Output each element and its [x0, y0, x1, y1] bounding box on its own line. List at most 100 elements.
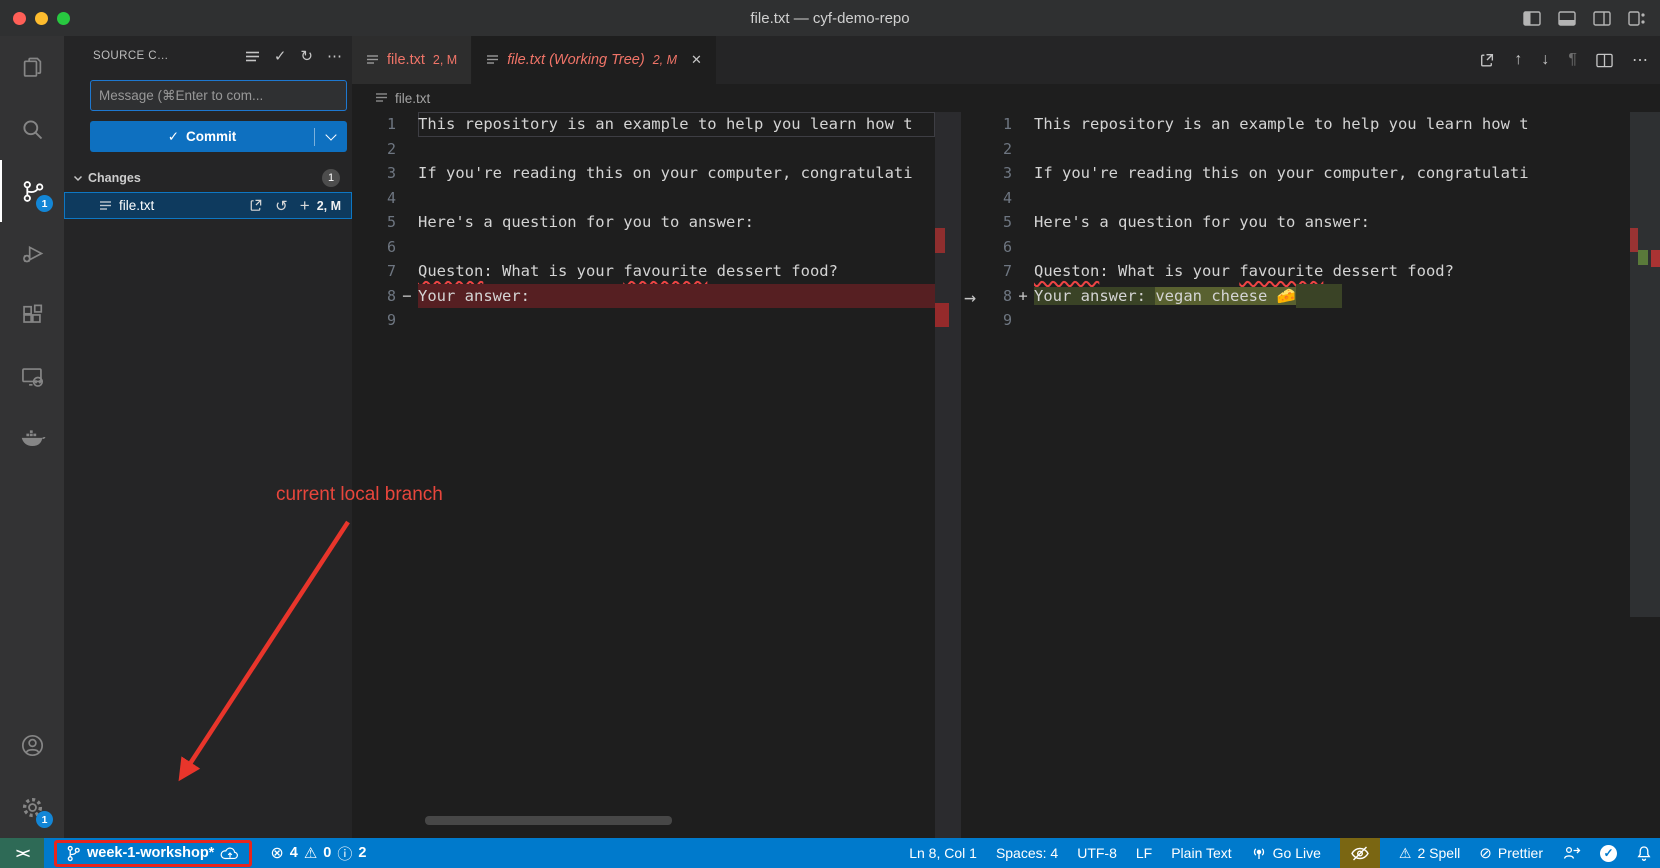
toggle-sidebar-icon[interactable] [1523, 11, 1541, 26]
code-line[interactable]: 4 [990, 186, 1660, 211]
prettier-item[interactable]: ⊘ Prettier [1479, 844, 1543, 862]
overview-added-mark [1638, 250, 1648, 265]
added-code-line[interactable]: 8+Your answer: vegan cheese 🧀 [990, 284, 1660, 309]
commit-message-input[interactable] [90, 80, 347, 111]
cursor-position-item[interactable]: Ln 8, Col 1 [909, 845, 977, 861]
breadcrumb[interactable]: file.txt [352, 84, 1660, 112]
search-icon[interactable] [0, 98, 64, 160]
commit-dropdown-button[interactable] [315, 135, 347, 139]
toggle-secondary-sidebar-icon[interactable] [1593, 11, 1611, 26]
code-line[interactable]: 3If you're reading this on your computer… [990, 161, 1660, 186]
tab-file-txt[interactable]: file.txt 2, M [352, 36, 472, 84]
chevron-down-icon [325, 129, 336, 140]
tab-decoration: 2, M [653, 53, 677, 67]
overview-deleted-mark [1630, 228, 1638, 252]
code-line[interactable]: 1This repository is an example to help y… [990, 112, 1660, 137]
tab-file-txt-working-tree[interactable]: file.txt (Working Tree) 2, M ✕ [472, 36, 716, 84]
open-file-icon[interactable] [248, 198, 263, 213]
commit-check-icon[interactable]: ✓ [274, 47, 287, 65]
file-icon [366, 54, 379, 66]
remote-explorer-icon[interactable] [0, 346, 64, 408]
changed-file-row[interactable]: file.txt ↺ + 2, M [64, 192, 352, 219]
code-line[interactable]: 9 [352, 308, 935, 333]
code-line[interactable]: 4 [352, 186, 935, 211]
publish-cloud-icon [220, 846, 240, 861]
diff-modified-pane[interactable]: 1This repository is an example to help y… [990, 112, 1660, 838]
code-line[interactable]: 6 [990, 235, 1660, 260]
errors-icon: ⊗ [270, 843, 283, 863]
more-actions-icon[interactable]: ⋯ [327, 47, 342, 65]
problems-status-item[interactable]: ⊗ 4 ⚠ 0 ⓘ 2 [270, 843, 366, 864]
left-overview-ruler[interactable] [935, 112, 961, 838]
warning-count: 0 [323, 845, 331, 861]
deletion-sign: − [396, 287, 418, 305]
docker-icon[interactable] [0, 408, 64, 470]
more-actions-icon[interactable]: ⋯ [1632, 50, 1648, 70]
deleted-code-line[interactable]: 8−Your answer: [352, 284, 935, 309]
run-debug-icon[interactable] [0, 222, 64, 284]
overview-deleted-mark [1651, 250, 1660, 267]
render-whitespace-icon[interactable]: ¶ [1568, 51, 1577, 69]
language-mode-item[interactable]: Plain Text [1171, 845, 1231, 861]
code-line[interactable]: 7Queston: What is your favourite dessert… [352, 259, 935, 284]
go-live-item[interactable]: Go Live [1251, 845, 1321, 861]
customize-layout-icon[interactable] [1628, 11, 1646, 26]
code-line[interactable]: 1This repository is an example to help y… [352, 112, 935, 137]
explorer-icon[interactable] [0, 36, 64, 98]
code-line[interactable]: 2 [990, 137, 1660, 162]
eol-item[interactable]: LF [1136, 845, 1152, 861]
code-line[interactable]: 6 [352, 235, 935, 260]
next-change-icon[interactable]: ↓ [1541, 51, 1549, 69]
feedback-person-icon[interactable] [1562, 845, 1581, 861]
close-tab-icon[interactable]: ✕ [691, 52, 702, 68]
toggle-panel-icon[interactable] [1558, 11, 1576, 26]
code-line[interactable]: 5Here's a question for you to answer: [990, 210, 1660, 235]
discard-changes-icon[interactable]: ↺ [275, 197, 288, 215]
changes-count-badge: 1 [322, 169, 340, 187]
annotation-label: current local branch [276, 484, 443, 506]
tab-strip: file.txt 2, M file.txt (Working Tree) 2,… [352, 36, 1660, 84]
spell-checker-item[interactable]: ⚠ 2 Spell [1399, 845, 1460, 862]
code-line[interactable]: 5Here's a question for you to answer: [352, 210, 935, 235]
sidebar-title: SOURCE C… [93, 50, 245, 62]
warnings-icon: ⚠ [304, 844, 317, 862]
extensions-icon[interactable] [0, 284, 64, 346]
encoding-item[interactable]: UTF-8 [1077, 845, 1117, 861]
code-line[interactable]: 9 [990, 308, 1660, 333]
code-line[interactable]: 2 [352, 137, 935, 162]
code-line[interactable]: 3If you're reading this on your computer… [352, 161, 935, 186]
revert-change-arrow[interactable]: → [950, 285, 990, 309]
code-line[interactable]: 7Queston: What is your favourite dessert… [990, 259, 1660, 284]
indentation-item[interactable]: Spaces: 4 [996, 845, 1058, 861]
activity-bar: 1 1 [0, 36, 64, 838]
insertion-sign: + [1012, 287, 1034, 305]
refresh-icon[interactable]: ↻ [300, 47, 313, 65]
right-scrollbar[interactable] [1630, 112, 1660, 838]
source-control-icon[interactable]: 1 [0, 160, 64, 222]
open-changes-icon[interactable] [1478, 52, 1495, 69]
hide-errors-toggle[interactable] [1340, 838, 1380, 868]
horizontal-scrollbar[interactable] [425, 816, 672, 825]
commit-button[interactable]: ✓ Commit [90, 121, 347, 152]
remote-indicator[interactable]: >< [0, 838, 44, 868]
stage-changes-icon[interactable]: + [300, 196, 310, 216]
branch-status-item[interactable]: week-1-workshop* [66, 845, 240, 862]
format-status-icon[interactable]: ✓ [1600, 845, 1617, 862]
error-count: 4 [290, 845, 298, 861]
file-decoration: 2, M [317, 199, 341, 213]
changes-section-header[interactable]: Changes 1 [64, 166, 352, 190]
status-bar: >< week-1-workshop* ⊗ 4 ⚠ 0 ⓘ 2 Ln 8, Co… [0, 838, 1660, 868]
eye-slash-icon [1350, 845, 1370, 862]
overview-deleted-mark [935, 303, 949, 327]
split-editor-icon[interactable] [1596, 53, 1613, 68]
scrollbar-slider[interactable] [1630, 112, 1660, 617]
previous-change-icon[interactable]: ↑ [1514, 51, 1522, 69]
accounts-icon[interactable] [0, 714, 64, 776]
chevron-down-icon [72, 172, 84, 184]
notifications-bell-icon[interactable] [1636, 845, 1652, 862]
tab-decoration: 2, M [433, 53, 457, 67]
settings-gear-icon[interactable]: 1 [0, 776, 64, 838]
diff-original-pane[interactable]: 1This repository is an example to help y… [352, 112, 935, 838]
view-as-list-icon[interactable] [245, 50, 260, 63]
settings-badge: 1 [36, 811, 53, 828]
